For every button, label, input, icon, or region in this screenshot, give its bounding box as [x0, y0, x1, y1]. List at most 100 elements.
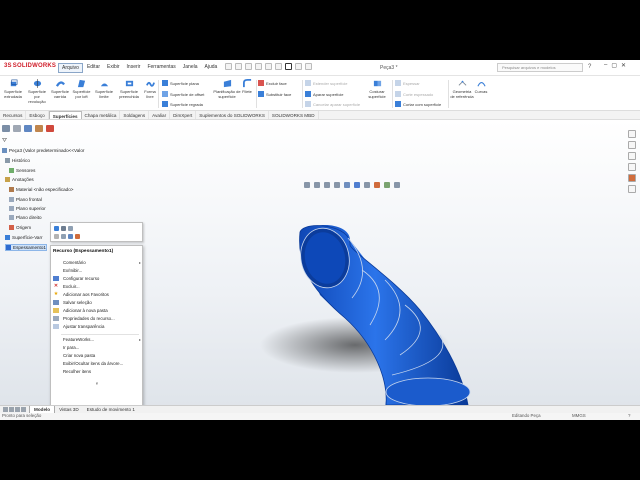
- extend-surface-button[interactable]: Estender superfície: [305, 80, 347, 86]
- menu-item-criar-pasta[interactable]: Criar nova pasta: [53, 353, 141, 358]
- replace-face-button[interactable]: Substituir face: [258, 91, 291, 97]
- scene-icon[interactable]: [384, 182, 390, 188]
- tab-suplementos[interactable]: Suplementos do SOLIDWORKS: [196, 111, 269, 119]
- expand-menu-button[interactable]: »: [53, 381, 141, 386]
- property-manager-tab-icon[interactable]: [13, 125, 21, 132]
- tab-vistas-3d[interactable]: Vistas 3D: [55, 406, 83, 413]
- boundary-surface-button[interactable]: Superfície limite: [93, 79, 115, 99]
- tab-recursos[interactable]: Recursos: [0, 111, 27, 119]
- menu-inserir[interactable]: Inserir: [124, 63, 144, 73]
- help-icon[interactable]: ?: [588, 64, 591, 70]
- display-style-icon[interactable]: [354, 182, 360, 188]
- menu-item-configurar-recurso[interactable]: Configurar recurso: [53, 276, 141, 281]
- menu-janela[interactable]: Janela: [180, 63, 201, 73]
- edit-sketch-icon[interactable]: [61, 226, 66, 231]
- hide-show-icon[interactable]: [364, 182, 370, 188]
- search-input[interactable]: Pesquisar arquivos e modelos: [497, 63, 583, 72]
- menu-ferramentas[interactable]: Ferramentas: [144, 63, 178, 73]
- menu-item-recolher[interactable]: Recolher itens: [53, 369, 141, 374]
- menu-item-salvar-selecao[interactable]: Salvar seleção: [53, 300, 141, 305]
- flatten-surface-button[interactable]: Planificação de superfície: [213, 79, 241, 99]
- new-icon[interactable]: [225, 63, 232, 70]
- units-selector[interactable]: MMGS: [572, 413, 586, 418]
- lofted-surface-button[interactable]: Superfície por loft: [71, 79, 92, 99]
- tree-item-sensores[interactable]: Sensores: [9, 168, 35, 173]
- untrim-surface-button[interactable]: Cancelar aparar superfície: [305, 101, 360, 107]
- redo-icon[interactable]: [275, 63, 282, 70]
- custom-properties-icon[interactable]: [628, 185, 636, 193]
- maximize-button[interactable]: ▢: [611, 62, 617, 69]
- menu-item-comentario[interactable]: Comentário ▸: [53, 260, 141, 265]
- menu-item-nova-pasta[interactable]: Adicionar à nova pasta: [53, 308, 141, 313]
- freeform-button[interactable]: Forma livre: [143, 79, 157, 99]
- tab-avaliar[interactable]: Avaliar: [149, 111, 171, 119]
- tab-soldagens[interactable]: Soldagens: [120, 111, 150, 119]
- tab-superficies[interactable]: Superfícies: [48, 111, 82, 119]
- dimxpert-tab-icon[interactable]: [35, 125, 43, 132]
- display-manager-tab-icon[interactable]: [46, 125, 54, 132]
- tab-dimxpert[interactable]: DimXpert: [170, 111, 197, 119]
- minimize-button[interactable]: –: [604, 62, 607, 69]
- edit-feature-icon[interactable]: [54, 226, 59, 231]
- tab-esboco[interactable]: Esboço: [26, 111, 49, 119]
- filter-icon[interactable]: ⛛: [2, 138, 7, 145]
- swept-surface-button[interactable]: Superfície varrida: [50, 79, 70, 99]
- filled-surface-button[interactable]: Superfície preenchida: [116, 79, 142, 99]
- tree-item-historico[interactable]: Histórico: [5, 158, 30, 163]
- menu-ajuda[interactable]: Ajuda: [202, 63, 221, 73]
- tree-item-anotacoes[interactable]: Anotações: [5, 177, 34, 182]
- tree-item-espessamento1[interactable]: Espessamento1: [5, 244, 47, 251]
- solidworks-logo[interactable]: 3SSOLIDWORKS: [4, 63, 56, 69]
- configuration-manager-tab-icon[interactable]: [24, 125, 32, 132]
- thicken-button[interactable]: Espessar: [395, 80, 420, 86]
- undo-icon[interactable]: [265, 63, 272, 70]
- appearance-icon[interactable]: [374, 182, 380, 188]
- delete-face-button[interactable]: Excluir face: [258, 80, 287, 86]
- tree-item-plano-frontal[interactable]: Plano frontal: [9, 197, 42, 202]
- menu-item-transparencia[interactable]: Ajustar transparência: [53, 324, 141, 329]
- ruled-surface-button[interactable]: Superfície regrada: [162, 101, 203, 107]
- file-explorer-icon[interactable]: [628, 152, 636, 160]
- open-icon[interactable]: [235, 63, 242, 70]
- offset-surface-button[interactable]: Superfície de offset: [162, 91, 204, 97]
- rebuild-icon[interactable]: [295, 63, 302, 70]
- planar-surface-button[interactable]: Superfície plana: [162, 80, 199, 86]
- solidworks-resources-icon[interactable]: [628, 130, 636, 138]
- appearances-icon[interactable]: [628, 174, 636, 182]
- reference-geometry-button[interactable]: Geometria de referência: [450, 79, 474, 99]
- last-tab-icon[interactable]: [21, 407, 26, 412]
- tree-item-plano-direito[interactable]: Plano direito: [9, 215, 42, 220]
- view-settings-icon[interactable]: [394, 182, 400, 188]
- surface-cut-button[interactable]: Cortar com superfície: [395, 101, 441, 107]
- extruded-surface-button[interactable]: Superfície extrudada: [2, 79, 24, 99]
- tree-item-origem[interactable]: Origem: [9, 225, 31, 230]
- menu-item-exibir-ocultar[interactable]: Exibir/Ocultar itens da árvore...: [53, 361, 141, 366]
- close-button[interactable]: ✕: [621, 62, 626, 69]
- options-icon[interactable]: [305, 63, 312, 70]
- status-help-icon[interactable]: ?: [628, 413, 630, 418]
- menu-item-featureworks[interactable]: FeatureWorks... ▸: [53, 337, 141, 342]
- zoom-fit-icon[interactable]: [304, 182, 310, 188]
- prev-tab-icon[interactable]: [9, 407, 14, 412]
- previous-view-icon[interactable]: [324, 182, 330, 188]
- menu-editar[interactable]: Editar: [84, 63, 103, 73]
- next-tab-icon[interactable]: [15, 407, 20, 412]
- menu-item-excluir[interactable]: ✕ Excluir...: [53, 284, 141, 290]
- menu-item-propriedades[interactable]: Propriedades do recurso...: [53, 316, 141, 321]
- save-icon[interactable]: [245, 63, 252, 70]
- suppress-icon[interactable]: [68, 226, 73, 231]
- view-orientation-icon[interactable]: [344, 182, 350, 188]
- tree-item-superficie-varr[interactable]: Superfície-Varr: [5, 235, 43, 240]
- first-tab-icon[interactable]: [3, 407, 8, 412]
- select-icon[interactable]: [285, 63, 292, 70]
- view-palette-icon[interactable]: [628, 163, 636, 171]
- menu-exibir[interactable]: Exibir: [104, 63, 123, 73]
- menu-item-favoritos[interactable]: ★ Adicionar aos Favoritos: [53, 292, 141, 298]
- curves-button[interactable]: Curvas: [474, 79, 488, 94]
- thickened-cut-button[interactable]: Corte espessado: [395, 91, 433, 97]
- tree-item-material[interactable]: Material <não especificado>: [9, 187, 73, 192]
- knit-surface-button[interactable]: Costurar superfície: [364, 79, 390, 99]
- feature-tree-tab-icon[interactable]: [2, 125, 10, 132]
- menu-arquivo[interactable]: Arquivo: [58, 63, 83, 73]
- fillet-button[interactable]: Filete: [240, 79, 254, 94]
